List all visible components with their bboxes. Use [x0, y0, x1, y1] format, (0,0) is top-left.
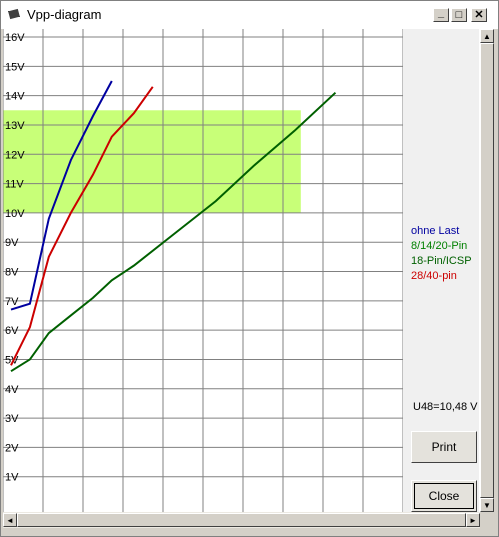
y-tick-label: 4V: [5, 384, 19, 396]
close-button[interactable]: Close: [411, 480, 477, 512]
scroll-down-arrow-icon[interactable]: ▼: [480, 498, 494, 512]
vertical-scroll-thumb[interactable]: [480, 43, 494, 498]
title-bar[interactable]: Vpp-diagram _ □ ✕: [1, 1, 498, 29]
y-tick-label: 7V: [5, 296, 19, 308]
minimize-icon: _: [437, 6, 445, 19]
horizontal-scroll-thumb[interactable]: [17, 513, 466, 527]
scroll-right-arrow-icon[interactable]: ►: [466, 513, 480, 527]
scroll-up-arrow-icon[interactable]: ▲: [480, 29, 494, 43]
window-title: Vpp-diagram: [27, 7, 102, 22]
close-window-button[interactable]: ✕: [471, 8, 487, 22]
y-tick-label: 8V: [5, 267, 19, 279]
maximize-icon: □: [455, 8, 463, 21]
chip-icon: [8, 8, 20, 20]
legend-item: 28/40-pin: [411, 270, 457, 282]
y-tick-label: 16V: [5, 32, 25, 44]
client-area: 1V 2V 3V 4V 5V 6V 7V 8V 9V 10V 11V 12V 13V 14V 15V 16V …: [3, 29, 494, 512]
y-tick-label: 14V: [5, 91, 25, 103]
scrollbar-corner: [480, 512, 494, 528]
legend-item: 18-Pin/ICSP: [411, 255, 472, 267]
voltage-readout: U48=10,48 V: [413, 401, 478, 413]
legend-item: 8/14/20-Pin: [411, 240, 468, 252]
print-button[interactable]: Print: [411, 431, 477, 463]
close-icon: ✕: [474, 8, 484, 21]
vertical-scrollbar[interactable]: ▲ ▼: [480, 29, 494, 512]
y-tick-label: 9V: [5, 237, 19, 249]
vpp-chart: 1V2V3V4V5V6V7V8V9V10V11V12V13V14V15V16V: [3, 29, 403, 512]
y-tick-label: 11V: [5, 179, 24, 191]
y-tick-label: 12V: [5, 149, 25, 161]
y-tick-label: 13V: [5, 120, 25, 132]
y-tick-label: 10V: [5, 208, 25, 220]
y-tick-label: 15V: [5, 61, 25, 73]
y-tick-label: 1V: [5, 472, 19, 484]
horizontal-scrollbar[interactable]: ◄ ►: [3, 512, 480, 528]
y-tick-label: 6V: [5, 325, 19, 337]
minimize-button[interactable]: _: [433, 6, 449, 22]
highlight-band: [3, 110, 301, 213]
maximize-button[interactable]: □: [451, 8, 467, 22]
y-tick-label: 2V: [5, 442, 19, 454]
scroll-left-arrow-icon[interactable]: ◄: [3, 513, 17, 527]
legend-item: ohne Last: [411, 225, 460, 237]
y-tick-label: 3V: [5, 413, 19, 425]
vpp-diagram-window: Vpp-diagram _ □ ✕ 1V 2V 3V 4V 5V 6V 7V 8V 9V 10V 1…: [0, 0, 499, 537]
